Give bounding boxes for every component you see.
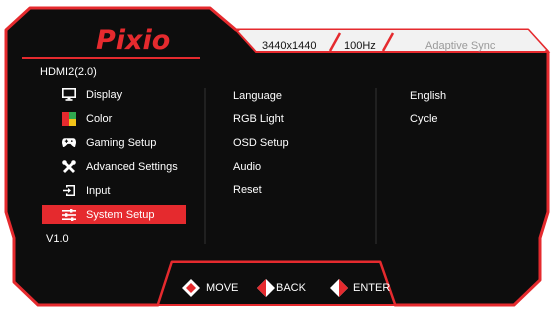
brand-logo: Pixio xyxy=(96,25,171,56)
hint-enter-label: ENTER xyxy=(353,282,391,294)
joystick-back-icon xyxy=(257,279,275,297)
input-icon xyxy=(62,184,76,198)
sliders-icon xyxy=(62,208,76,222)
menu-item-display[interactable]: Display xyxy=(42,85,186,104)
submenu-rgb-light[interactable]: RGB Light xyxy=(233,112,284,126)
hint-move-label: MOVE xyxy=(206,282,239,294)
firmware-version: V1.0 xyxy=(46,233,69,245)
adaptive-sync-readout: Adaptive Sync xyxy=(425,40,496,52)
monitor-icon xyxy=(62,88,76,102)
menu-item-label: System Setup xyxy=(86,208,155,221)
submenu-language[interactable]: Language xyxy=(233,89,282,103)
submenu-audio[interactable]: Audio xyxy=(233,160,261,174)
menu-item-label: Color xyxy=(86,112,113,125)
hint-back-label: BACK xyxy=(276,282,306,294)
color-icon xyxy=(62,111,76,126)
joystick-enter-icon xyxy=(330,279,348,297)
menu-item-label: Gaming Setup xyxy=(86,136,157,149)
menu-item-gaming-setup[interactable]: Gaming Setup xyxy=(42,133,186,152)
menu-item-label: Input xyxy=(86,184,111,197)
menu-item-system-setup[interactable]: System Setup xyxy=(42,205,186,224)
submenu-reset[interactable]: Reset xyxy=(233,183,262,197)
resolution-readout: 3440x1440 xyxy=(262,40,317,52)
gamepad-icon xyxy=(62,136,76,150)
joystick-move-icon xyxy=(182,279,200,297)
language-value: English xyxy=(410,90,447,102)
menu-item-advanced-settings[interactable]: Advanced Settings xyxy=(42,157,186,176)
menu-item-label: Display xyxy=(86,88,123,101)
osd-menu: Pixio 3440x1440 100Hz Adaptive Sync HDMI… xyxy=(0,0,559,311)
menu-item-label: Advanced Settings xyxy=(86,160,178,173)
menu-item-input[interactable]: Input xyxy=(42,181,186,200)
submenu-osd-setup[interactable]: OSD Setup xyxy=(233,136,289,150)
refresh-rate-readout: 100Hz xyxy=(344,40,376,52)
tools-icon xyxy=(62,159,76,174)
menu-item-color[interactable]: Color xyxy=(42,109,186,128)
input-source-label: HDMI2(2.0) xyxy=(40,66,97,78)
rgb-light-value: Cycle xyxy=(410,113,438,125)
